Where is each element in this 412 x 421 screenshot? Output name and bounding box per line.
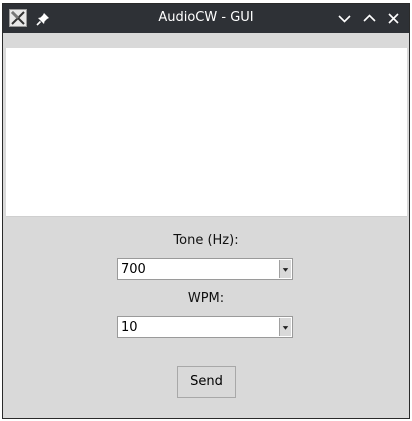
close-icon[interactable]	[385, 10, 402, 27]
pin-icon[interactable]	[35, 11, 51, 27]
dropdown-arrow-icon[interactable]	[279, 318, 291, 336]
chevron-down-icon[interactable]	[336, 10, 353, 27]
tone-combobox[interactable]: 700	[117, 258, 293, 280]
tone-value[interactable]: 700	[121, 262, 146, 277]
wpm-combobox[interactable]: 10	[117, 316, 293, 338]
dropdown-arrow-icon[interactable]	[279, 260, 291, 278]
chevron-up-icon[interactable]	[361, 10, 378, 27]
wpm-value[interactable]: 10	[121, 320, 138, 335]
x-app-icon	[9, 9, 27, 27]
tone-label: Tone (Hz):	[173, 233, 239, 248]
app-window: AudioCW - GUI Tone (Hz): 700 WPM: 10 Sen…	[2, 3, 410, 419]
title-bar[interactable]: AudioCW - GUI	[3, 4, 409, 33]
send-button[interactable]: Send	[177, 366, 236, 398]
output-text-area[interactable]	[6, 48, 407, 217]
wpm-label: WPM:	[187, 291, 225, 306]
